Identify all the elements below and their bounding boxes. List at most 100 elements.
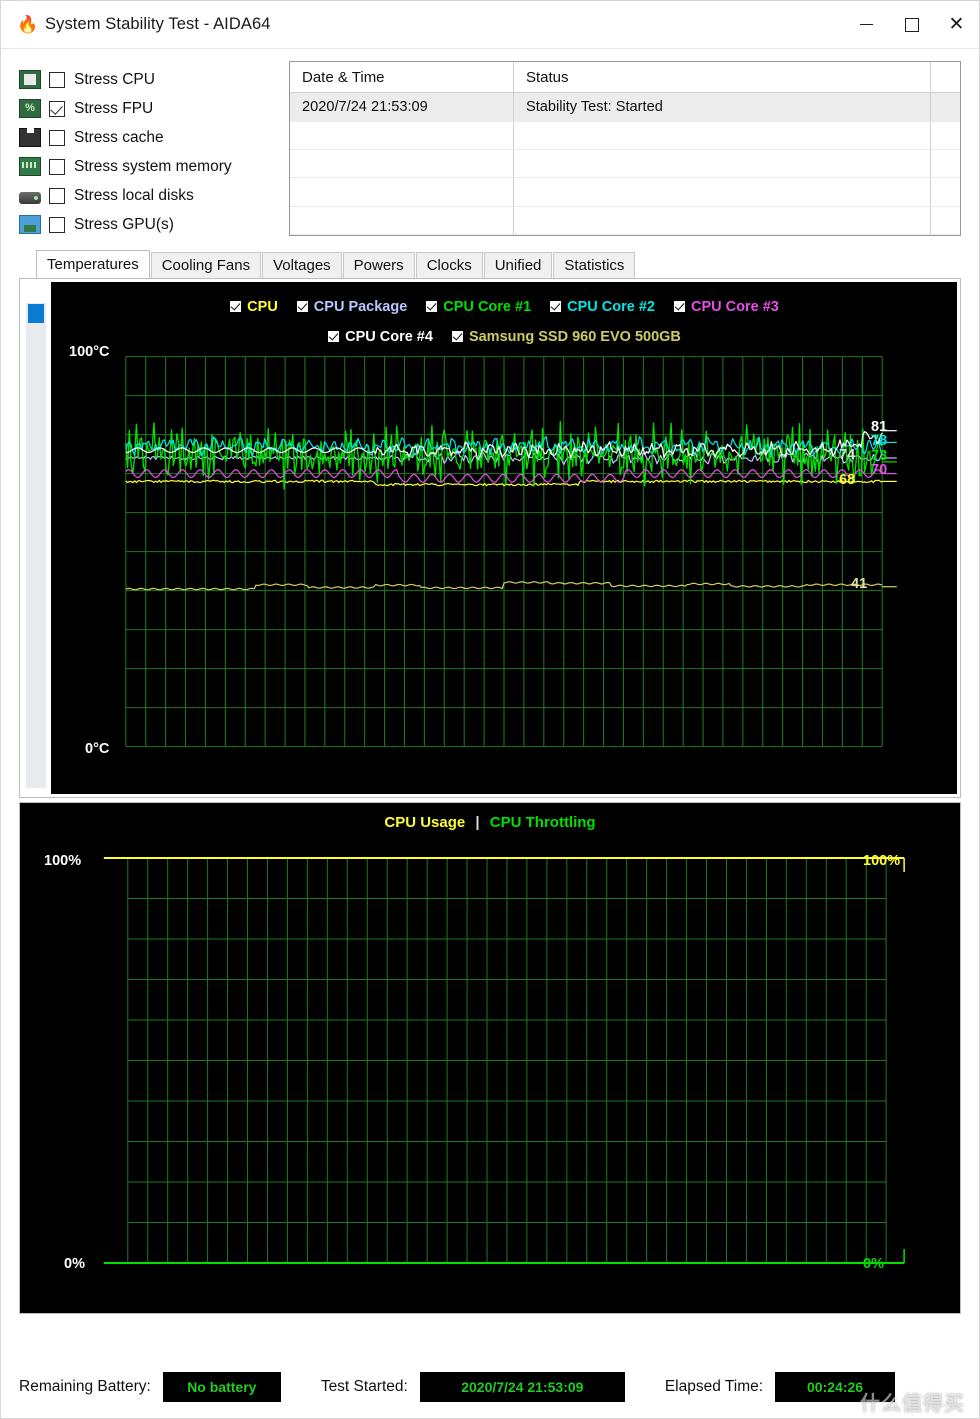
cell-status	[514, 206, 931, 234]
event-log-table[interactable]: Date & Time Status 2020/7/24 21:53:09 St…	[289, 61, 961, 236]
fpu-chip-icon: %	[19, 99, 41, 118]
minimize-icon	[860, 23, 873, 26]
flame-icon: 🔥	[17, 14, 39, 34]
cell-status	[514, 178, 931, 206]
cpu-chip-icon	[19, 70, 41, 89]
hard-disk-icon	[19, 191, 41, 204]
temperature-plot-svg	[125, 356, 897, 748]
stress-options-list: Stress CPU % Stress FPU Stress cache Str…	[19, 61, 267, 236]
stress-cache-label: Stress cache	[74, 128, 164, 146]
stress-disks-checkbox[interactable]	[49, 187, 65, 204]
table-row[interactable]	[290, 206, 960, 235]
stress-option-gpu[interactable]: Stress GPU(s)	[19, 210, 267, 239]
cell-datetime	[290, 121, 514, 149]
stress-option-memory[interactable]: Stress system memory	[19, 152, 267, 181]
cell-spacer	[931, 93, 960, 120]
table-row[interactable]	[290, 178, 960, 207]
battery-label: Remaining Battery:	[19, 1378, 151, 1395]
stress-gpu-checkbox[interactable]	[49, 216, 65, 233]
scrollbar-thumb[interactable]	[28, 304, 44, 323]
stress-fpu-label: Stress FPU	[74, 99, 154, 117]
usage-axis-top-left: 100%	[44, 853, 82, 869]
cpu-usage-plot-svg	[103, 857, 905, 1264]
status-bar: Remaining Battery: No battery Test Start…	[1, 1356, 979, 1418]
cell-status	[514, 121, 931, 149]
stress-memory-checkbox[interactable]	[49, 158, 65, 175]
cpu-usage-title-sep: |	[475, 814, 480, 831]
cpu-usage-title-left: CPU Usage	[384, 814, 466, 831]
window-title: System Stability Test - AIDA64	[45, 15, 271, 33]
temperature-panel: CPU CPU Package CPU Core #1 CPU Core #2 CPU …	[19, 278, 961, 798]
cpu-usage-title-right: CPU Throttling	[489, 814, 596, 831]
minimize-button[interactable]	[844, 1, 889, 48]
table-row[interactable]: 2020/7/24 21:53:09 Stability Test: Start…	[290, 93, 960, 122]
stress-disks-label: Stress local disks	[74, 186, 194, 204]
temperature-scrollbar[interactable]	[23, 282, 49, 794]
temp-axis-top-label: 100°C	[69, 344, 110, 360]
stress-option-cache[interactable]: Stress cache	[19, 123, 267, 152]
tab-unified[interactable]: Unified	[483, 252, 553, 278]
cpu-usage-panel[interactable]: CPU Usage | CPU Throttling 100% 0% 100% …	[19, 802, 961, 1314]
elapsed-time-label: Elapsed Time:	[664, 1378, 764, 1395]
temperature-chart[interactable]: CPU CPU Package CPU Core #1 CPU Core #2 CPU …	[51, 282, 957, 794]
stress-cache-checkbox[interactable]	[49, 129, 65, 146]
cell-spacer	[931, 207, 960, 234]
column-header-datetime: Date & Time	[290, 62, 514, 93]
cell-spacer	[931, 122, 960, 149]
stress-gpu-label: Stress GPU(s)	[74, 215, 174, 233]
temp-value-label-core2: 78	[871, 433, 888, 449]
cell-spacer	[931, 178, 960, 205]
title-bar: 🔥 System Stability Test - AIDA64 ✕	[1, 1, 979, 49]
close-icon: ✕	[948, 14, 965, 35]
aida64-stability-window: 🔥 System Stability Test - AIDA64 ✕ Stres…	[0, 0, 980, 1419]
maximize-button[interactable]	[889, 1, 934, 48]
tab-bar: Temperatures Cooling Fans Voltages Power…	[36, 250, 979, 278]
tab-statistics[interactable]: Statistics	[553, 252, 636, 278]
scrollbar-track[interactable]	[26, 303, 46, 788]
cell-status: Stability Test: Started	[514, 93, 931, 121]
top-panel: Stress CPU % Stress FPU Stress cache Str…	[19, 61, 961, 236]
tab-cooling-fans[interactable]: Cooling Fans	[150, 252, 262, 278]
tab-voltages[interactable]: Voltages	[262, 252, 342, 278]
usage-axis-bottom-right: 0%	[863, 1256, 884, 1272]
cell-spacer	[931, 150, 960, 177]
stress-memory-label: Stress system memory	[74, 157, 232, 175]
tab-temperatures[interactable]: Temperatures	[36, 250, 150, 278]
column-header-spacer	[931, 62, 960, 92]
stress-cpu-label: Stress CPU	[74, 70, 155, 88]
usage-axis-bottom-left: 0%	[64, 1256, 85, 1272]
test-started-label: Test Started:	[320, 1378, 408, 1395]
cache-module-icon	[19, 128, 41, 147]
gpu-monitor-icon	[19, 215, 41, 234]
table-header-row: Date & Time Status	[290, 62, 960, 94]
window-controls: ✕	[844, 1, 979, 48]
usage-axis-top-right: 100%	[863, 853, 901, 869]
battery-value: No battery	[162, 1372, 281, 1402]
stress-option-disks[interactable]: Stress local disks	[19, 181, 267, 210]
table-row[interactable]	[290, 121, 960, 150]
maximize-icon	[904, 17, 919, 32]
temp-axis-bottom-label: 0°C	[85, 741, 110, 757]
charts-area: CPU CPU Package CPU Core #1 CPU Core #2 CPU …	[19, 278, 961, 1356]
close-button[interactable]: ✕	[934, 1, 979, 48]
tab-powers[interactable]: Powers	[342, 252, 415, 278]
cpu-usage-title: CPU Usage | CPU Throttling	[20, 814, 960, 831]
test-started-value: 2020/7/24 21:53:09	[419, 1372, 625, 1402]
temp-value-label-core3: 70	[871, 462, 888, 478]
cell-datetime	[290, 149, 514, 178]
stress-fpu-checkbox[interactable]	[49, 100, 65, 117]
temp-value-label-ssd: 41	[851, 576, 868, 592]
temp-value-label-package: 74	[839, 447, 856, 463]
stress-cpu-checkbox[interactable]	[49, 71, 65, 88]
column-header-status: Status	[514, 62, 931, 93]
cell-datetime: 2020/7/24 21:53:09	[290, 93, 514, 121]
temp-value-label-cpu: 68	[839, 472, 856, 488]
stress-option-cpu[interactable]: Stress CPU	[19, 65, 267, 94]
cell-datetime	[290, 206, 514, 234]
table-row[interactable]	[290, 149, 960, 179]
tab-clocks[interactable]: Clocks	[415, 252, 483, 278]
cell-datetime	[290, 178, 514, 206]
window-content: Stress CPU % Stress FPU Stress cache Str…	[1, 49, 979, 1418]
stress-option-fpu[interactable]: % Stress FPU	[19, 94, 267, 123]
memory-stick-icon	[19, 157, 41, 176]
